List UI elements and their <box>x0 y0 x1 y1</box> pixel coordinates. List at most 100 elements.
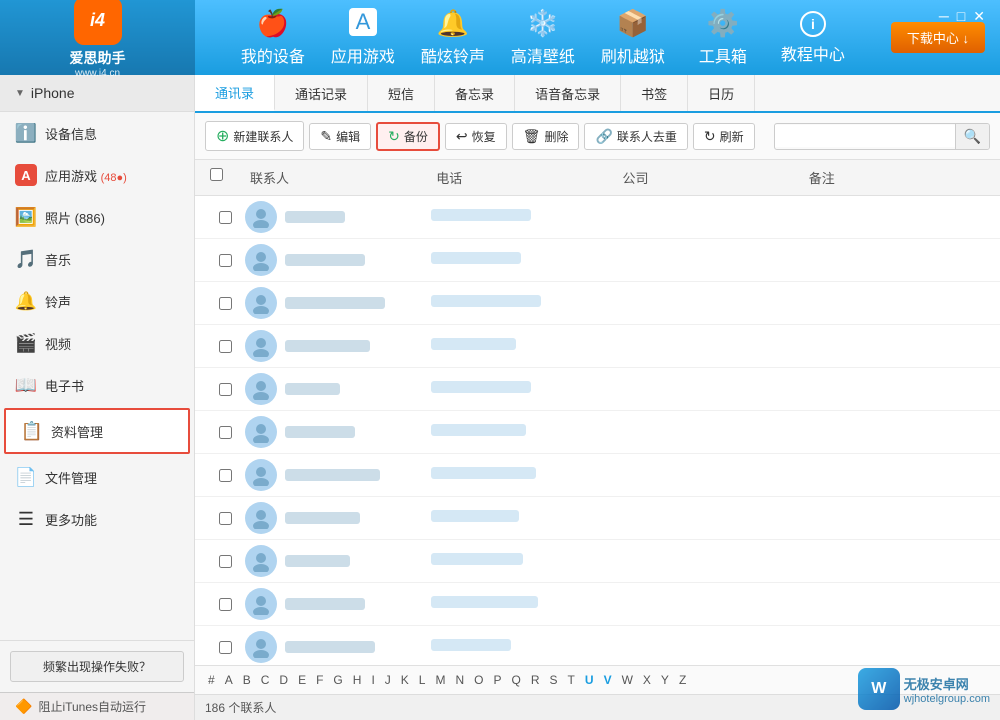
nav-tutorials[interactable]: i 教程中心 <box>768 0 858 75</box>
contact-cell <box>245 201 431 233</box>
backup-button[interactable]: ↻ 备份 <box>376 122 440 151</box>
alpha-char-f[interactable]: F <box>313 672 326 688</box>
nav-toolbox[interactable]: ⚙️ 工具箱 <box>678 0 768 75</box>
bell-icon: 🔔 <box>437 8 469 39</box>
alpha-char-z[interactable]: Z <box>676 672 689 688</box>
nav-jailbreak[interactable]: 📦 刷机越狱 <box>588 0 678 75</box>
row-checkbox[interactable] <box>219 555 232 568</box>
table-row[interactable] <box>195 626 1000 665</box>
sidebar-item-apps[interactable]: A 应用游戏 (48●) <box>0 154 194 196</box>
alpha-char-d[interactable]: D <box>276 672 291 688</box>
sidebar-item-more[interactable]: ☰ 更多功能 <box>0 498 194 540</box>
table-row[interactable] <box>195 411 1000 454</box>
sidebar-item-device-info[interactable]: ℹ️ 设备信息 <box>0 112 194 154</box>
edit-button[interactable]: ✎ 编辑 <box>309 123 371 150</box>
main-layout: ▼ iPhone ℹ️ 设备信息 A 应用游戏 (48●) <box>0 75 1000 720</box>
tab-call-log[interactable]: 通话记录 <box>275 75 368 111</box>
delete-button[interactable]: 🗑 删除 <box>512 123 580 150</box>
row-checkbox[interactable] <box>219 383 232 396</box>
row-checkbox[interactable] <box>219 254 232 267</box>
alpha-char-h[interactable]: H <box>350 672 365 688</box>
table-row[interactable] <box>195 540 1000 583</box>
sidebar-item-ringtones[interactable]: 🔔 铃声 <box>0 280 194 322</box>
tab-voice-memo[interactable]: 语音备忘录 <box>515 75 621 111</box>
alpha-char-e[interactable]: E <box>295 672 309 688</box>
row-checkbox[interactable] <box>219 426 232 439</box>
table-row[interactable] <box>195 454 1000 497</box>
tab-sms[interactable]: 短信 <box>368 75 435 111</box>
alpha-char-o[interactable]: O <box>471 672 486 688</box>
alpha-char-r[interactable]: R <box>528 672 543 688</box>
minimize-button[interactable]: ─ <box>939 8 949 25</box>
error-button[interactable]: 频繁出现操作失败？ <box>10 651 184 682</box>
restore-button[interactable]: ↩ 恢复 <box>445 123 507 150</box>
alpha-char-n[interactable]: N <box>452 672 467 688</box>
sidebar-item-data-mgmt[interactable]: 📋 资料管理 <box>4 408 190 454</box>
alpha-char-v[interactable]: V <box>601 672 615 688</box>
alpha-char-i[interactable]: I <box>368 672 377 688</box>
table-row[interactable] <box>195 368 1000 411</box>
sidebar-item-photos[interactable]: 🖼️ 照片 (886) <box>0 196 194 238</box>
table-row[interactable] <box>195 583 1000 626</box>
maximize-button[interactable]: □ <box>957 8 965 25</box>
alpha-char-g[interactable]: G <box>330 672 345 688</box>
row-checkbox[interactable] <box>219 469 232 482</box>
tab-memo[interactable]: 备忘录 <box>435 75 515 111</box>
app-logo: i4 <box>74 0 122 45</box>
alpha-char-x[interactable]: X <box>640 672 654 688</box>
row-checkbox[interactable] <box>219 512 232 525</box>
alpha-char-m[interactable]: M <box>432 672 448 688</box>
nav-ringtones[interactable]: 🔔 酷炫铃声 <box>408 0 498 75</box>
table-row[interactable] <box>195 196 1000 239</box>
sidebar-item-file-mgmt[interactable]: 📄 文件管理 <box>0 456 194 498</box>
phone-cell <box>431 595 617 613</box>
alpha-char-c[interactable]: C <box>258 672 273 688</box>
select-all-checkbox[interactable] <box>210 168 223 181</box>
download-button[interactable]: 下载中心 ↓ <box>891 22 985 53</box>
table-row[interactable] <box>195 497 1000 540</box>
row-checkbox[interactable] <box>219 297 232 310</box>
col-checkbox <box>205 166 245 189</box>
alpha-char-p[interactable]: P <box>491 672 505 688</box>
alpha-char-j[interactable]: J <box>382 672 394 688</box>
tab-calendar[interactable]: 日历 <box>688 75 755 111</box>
sidebar-item-ebooks[interactable]: 📖 电子书 <box>0 364 194 406</box>
alpha-char-a[interactable]: A <box>222 672 236 688</box>
sidebar-item-videos[interactable]: 🎬 视频 <box>0 322 194 364</box>
row-checkbox[interactable] <box>219 340 232 353</box>
table-row[interactable] <box>195 325 1000 368</box>
table-row[interactable] <box>195 239 1000 282</box>
alpha-char-s[interactable]: S <box>547 672 561 688</box>
phone-number <box>431 252 521 264</box>
add-contact-button[interactable]: ⊕ 新建联系人 <box>205 121 304 151</box>
tab-bookmarks[interactable]: 书签 <box>621 75 688 111</box>
alpha-char-w[interactable]: W <box>619 672 636 688</box>
close-button[interactable]: ✕ <box>973 8 985 25</box>
contact-cell <box>245 244 431 276</box>
table-row[interactable] <box>195 282 1000 325</box>
row-checkbox-cell <box>205 211 245 224</box>
alpha-char-k[interactable]: K <box>398 672 412 688</box>
phone-number <box>431 209 531 221</box>
status-bar: 🔶 阻止iTunes自动运行 <box>0 692 194 720</box>
alpha-char-u[interactable]: U <box>582 672 597 688</box>
alpha-char-l[interactable]: L <box>416 672 429 688</box>
alpha-char-#[interactable]: # <box>205 672 218 688</box>
row-checkbox[interactable] <box>219 641 232 654</box>
nav-wallpapers[interactable]: ❄️ 高清壁纸 <box>498 0 588 75</box>
phone-cell <box>431 208 617 226</box>
search-button[interactable]: 🔍 <box>955 124 989 149</box>
alpha-char-q[interactable]: Q <box>509 672 524 688</box>
dedup-button[interactable]: 🔗 联系人去重 <box>584 123 687 150</box>
nav-my-device[interactable]: 🍎 我的设备 <box>228 0 318 75</box>
search-input[interactable] <box>775 125 955 147</box>
refresh-button[interactable]: ↻ 刷新 <box>693 123 755 150</box>
nav-apps[interactable]: A 应用游戏 <box>318 0 408 75</box>
alpha-char-b[interactable]: B <box>240 672 254 688</box>
alpha-char-t[interactable]: T <box>565 672 578 688</box>
row-checkbox[interactable] <box>219 211 232 224</box>
sidebar-item-music[interactable]: 🎵 音乐 <box>0 238 194 280</box>
tab-contacts[interactable]: 通讯录 <box>195 75 275 111</box>
row-checkbox[interactable] <box>219 598 232 611</box>
alpha-char-y[interactable]: Y <box>658 672 672 688</box>
